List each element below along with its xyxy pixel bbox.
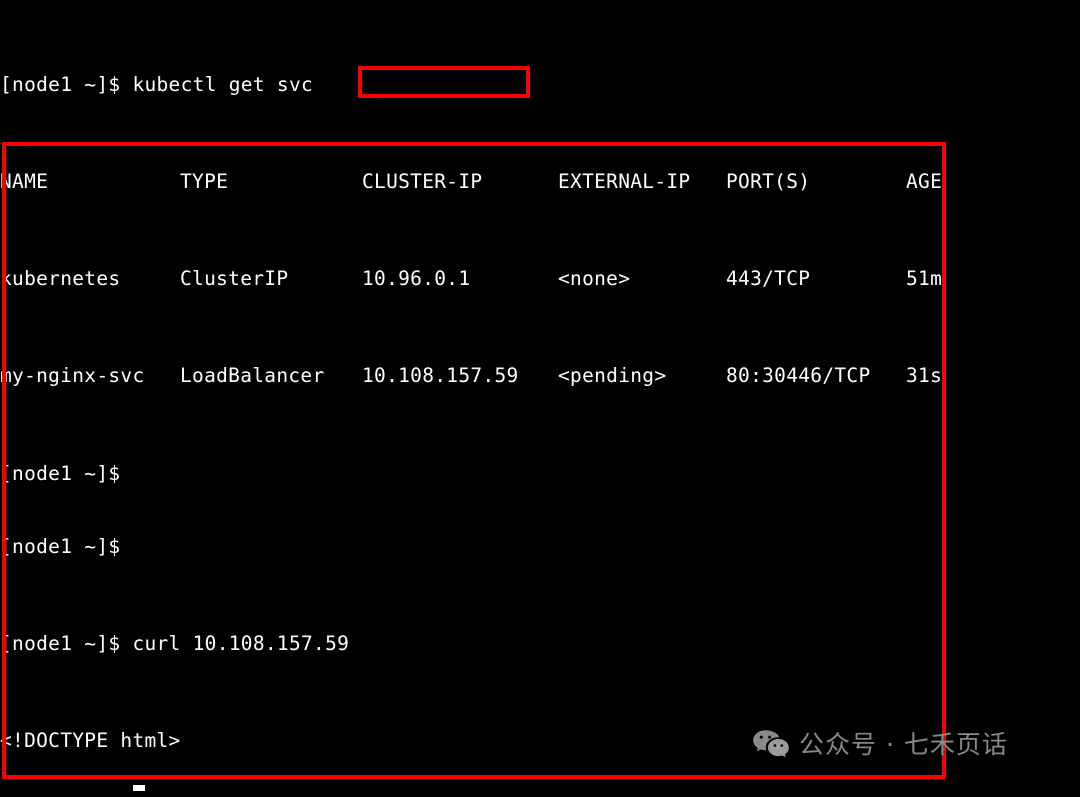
svc-cell-ports: 443/TCP <box>726 267 811 291</box>
svc-header-ports: PORT(S) <box>726 170 811 194</box>
svc-table-header-row: NAME TYPE CLUSTER-IP EXTERNAL-IP PORT(S)… <box>0 170 1080 194</box>
terminal-cursor <box>133 785 145 791</box>
svc-cell-cluster-ip: 10.96.0.1 <box>362 267 471 291</box>
command-line-kubectl: [node1 ~]$ kubectl get svc <box>0 72 314 96</box>
terminal-output[interactable]: [node1 ~]$ kubectl get svc NAME TYPE CLU… <box>0 0 1080 797</box>
svc-cell-name: kubernetes <box>0 267 121 291</box>
watermark-text: 公众号 · 七禾页话 <box>799 729 1008 759</box>
svc-cell-cluster-ip: 10.108.157.59 <box>362 364 519 388</box>
svc-cell-external-ip: <pending> <box>558 364 667 388</box>
idle-prompt-line: [node1 ~]$ <box>0 534 121 558</box>
svc-cell-type: LoadBalancer <box>180 364 325 388</box>
svc-header-external-ip: EXTERNAL-IP <box>558 170 691 194</box>
svc-header-age: AGE <box>906 170 943 194</box>
svc-cell-age: 31s <box>906 364 943 388</box>
watermark: 公众号 · 七禾页话 <box>752 729 1008 759</box>
idle-prompt-line: [node1 ~]$ <box>0 461 121 485</box>
svc-header-cluster-ip: CLUSTER-IP <box>362 170 483 194</box>
command-line-curl: [node1 ~]$ curl 10.108.157.59 <box>0 631 350 655</box>
svc-table-row-my-nginx-svc: my-nginx-svc LoadBalancer 10.108.157.59 … <box>0 364 1080 388</box>
svc-cell-ports: 80:30446/TCP <box>726 364 871 388</box>
svc-cell-external-ip: <none> <box>558 267 631 291</box>
svc-cell-age: 51m <box>906 267 943 291</box>
svc-header-name: NAME <box>0 170 49 194</box>
svc-table-row-kubernetes: kubernetes ClusterIP 10.96.0.1 <none> 44… <box>0 267 1080 291</box>
svc-cell-name: my-nginx-svc <box>0 364 145 388</box>
svc-cell-type: ClusterIP <box>180 267 289 291</box>
terminal-screen: [node1 ~]$ kubectl get svc NAME TYPE CLU… <box>0 0 1080 797</box>
wechat-icon <box>752 729 790 759</box>
svc-header-type: TYPE <box>180 170 229 194</box>
